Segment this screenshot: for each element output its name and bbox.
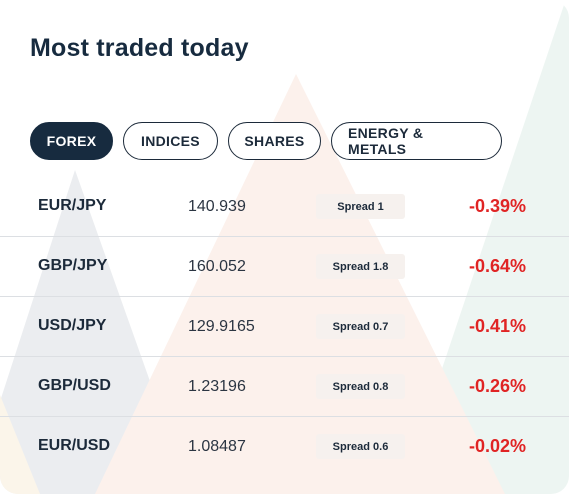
instrument-price: 129.9165 [188, 318, 255, 335]
instrument-row[interactable]: EUR/USD 1.08487 Spread 0.6 -0.02% [0, 417, 569, 477]
price-change: -0.39% [469, 196, 527, 216]
spread-badge: Spread 0.7 [316, 314, 405, 339]
instrument-symbol: USD/JPY [38, 317, 107, 334]
instrument-row[interactable]: GBP/USD 1.23196 Spread 0.8 -0.26% [0, 357, 569, 417]
tab-forex[interactable]: FOREX [30, 122, 113, 160]
spread-badge: Spread 1 [316, 194, 405, 219]
price-change: -0.26% [469, 376, 527, 396]
instrument-symbol: GBP/JPY [38, 257, 108, 274]
instrument-price: 140.939 [188, 198, 246, 215]
instrument-row[interactable]: GBP/JPY 160.052 Spread 1.8 -0.64% [0, 237, 569, 297]
tab-shares[interactable]: SHARES [228, 122, 321, 160]
spread-badge: Spread 0.6 [316, 434, 405, 459]
instrument-symbol: GBP/USD [38, 377, 111, 394]
tab-energy-metals[interactable]: ENERGY & METALS [331, 122, 502, 160]
instrument-price: 1.23196 [188, 378, 246, 395]
price-change: -0.02% [469, 436, 527, 456]
spread-badge: Spread 0.8 [316, 374, 405, 399]
price-change: -0.41% [469, 316, 527, 336]
instrument-symbol: EUR/USD [38, 437, 111, 454]
tab-indices[interactable]: INDICES [123, 122, 218, 160]
instrument-price: 1.08487 [188, 438, 246, 455]
instrument-row[interactable]: USD/JPY 129.9165 Spread 0.7 -0.41% [0, 297, 569, 357]
instrument-row[interactable]: EUR/JPY 140.939 Spread 1 -0.39% [0, 177, 569, 237]
page-title: Most traded today [30, 34, 249, 62]
instrument-list: EUR/JPY 140.939 Spread 1 -0.39% GBP/JPY … [0, 177, 569, 477]
spread-badge: Spread 1.8 [316, 254, 405, 279]
instrument-price: 160.052 [188, 258, 246, 275]
instrument-symbol: EUR/JPY [38, 197, 107, 214]
price-change: -0.64% [469, 256, 527, 276]
category-tabs: FOREX INDICES SHARES ENERGY & METALS [30, 122, 502, 160]
most-traded-card: Most traded today FOREX INDICES SHARES E… [0, 0, 569, 494]
